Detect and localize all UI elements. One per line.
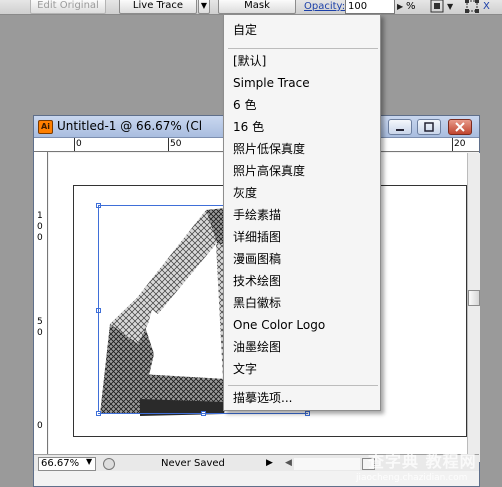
opacity-input[interactable]: 100 <box>345 0 395 14</box>
play-arrow-icon[interactable]: ▶ <box>266 457 273 469</box>
menu-item-photo-high-fidelity[interactable]: 照片高保真度 <box>224 160 380 182</box>
scroll-left-icon[interactable]: ◀ <box>285 457 292 469</box>
menu-item-6-colors[interactable]: 6 色 <box>224 94 380 116</box>
ruler-label: 50 <box>170 139 182 149</box>
menu-item-black-white-logo[interactable]: 黑白徽标 <box>224 292 380 314</box>
ruler-label: 0 <box>37 421 43 431</box>
ruler-tick <box>74 138 75 151</box>
menu-item-one-color-logo[interactable]: One Color Logo <box>224 314 380 336</box>
menu-item-technical-drawing[interactable]: 技术绘图 <box>224 270 380 292</box>
align-icon[interactable] <box>430 0 444 13</box>
save-status-text: Never Saved <box>161 458 225 469</box>
horizontal-scrollbar[interactable] <box>294 458 360 470</box>
transform-icon[interactable] <box>465 0 479 13</box>
live-trace-dropdown-button[interactable]: ▼ <box>198 0 210 14</box>
ruler-label: 1 <box>37 211 43 221</box>
chevron-down-icon[interactable]: ▼ <box>447 0 453 14</box>
menu-item-inked-drawing[interactable]: 油墨绘图 <box>224 336 380 358</box>
mask-button[interactable]: Mask <box>218 0 296 14</box>
ruler-label: 0 <box>37 222 43 232</box>
menu-item-16-colors[interactable]: 16 色 <box>224 116 380 138</box>
menu-item-simple-trace[interactable]: Simple Trace <box>224 72 380 94</box>
vertical-scrollbar[interactable] <box>467 153 480 462</box>
vertical-ruler[interactable]: 1 0 0 5 0 0 <box>34 152 48 462</box>
menu-item-hand-drawn-sketch[interactable]: 手绘素描 <box>224 204 380 226</box>
illustrator-app-icon: Ai <box>38 120 53 134</box>
close-button[interactable] <box>448 119 472 135</box>
selection-edge <box>98 413 308 414</box>
ruler-tick <box>452 138 453 151</box>
chevron-down-icon: ▼ <box>200 1 208 10</box>
minimize-icon <box>396 129 404 131</box>
menu-item-photo-low-fidelity[interactable]: 照片低保真度 <box>224 138 380 160</box>
menu-item-tracing-options[interactable]: 描摹选项... <box>224 387 380 409</box>
ruler-label: 5 <box>37 317 43 327</box>
chevron-down-icon[interactable]: ▼ <box>86 456 92 468</box>
vertical-scroll-thumb[interactable] <box>468 290 480 306</box>
percent-sign: % <box>406 1 416 12</box>
maximize-icon <box>424 122 434 132</box>
minimize-button[interactable] <box>388 119 412 135</box>
watermark-title: 查字典 教程网 <box>368 452 477 471</box>
ruler-label: 0 <box>76 139 82 149</box>
control-bar: Edit Original Live Trace ▼ Mask Opacity:… <box>0 0 502 15</box>
document-title: Untitled-1 @ 66.67% (Cl <box>57 119 203 133</box>
opacity-label[interactable]: Opacity: <box>304 0 345 14</box>
ruler-label: 20 <box>454 139 466 149</box>
menu-separator <box>228 48 378 49</box>
live-trace-button[interactable]: Live Trace <box>119 0 197 14</box>
selection-edge <box>98 205 99 412</box>
menu-item-comic-art[interactable]: 漫画图稿 <box>224 248 380 270</box>
tracing-presets-menu: 自定 [默认] Simple Trace 6 色 16 色 照片低保真度 照片高… <box>223 14 381 411</box>
menu-separator <box>228 385 378 386</box>
menu-item-grayscale[interactable]: 灰度 <box>224 182 380 204</box>
more-options-icon[interactable]: X <box>483 0 490 14</box>
menu-item-custom[interactable]: 自定 <box>224 19 380 41</box>
status-menu-icon[interactable] <box>103 458 115 470</box>
edit-original-button[interactable]: Edit Original <box>30 0 106 14</box>
menu-item-type[interactable]: 文字 <box>224 358 380 380</box>
opacity-arrow-icon[interactable]: ▶ <box>397 0 403 14</box>
watermark-url: jiaocheng.chazidian.com <box>356 473 468 483</box>
ruler-label: 0 <box>37 328 43 338</box>
menu-item-detailed-illustration[interactable]: 详细插图 <box>224 226 380 248</box>
maximize-button[interactable] <box>417 119 441 135</box>
ruler-tick <box>168 138 169 151</box>
ruler-label: 0 <box>37 233 43 243</box>
close-icon <box>455 122 465 132</box>
menu-item-default[interactable]: [默认] <box>224 50 380 72</box>
